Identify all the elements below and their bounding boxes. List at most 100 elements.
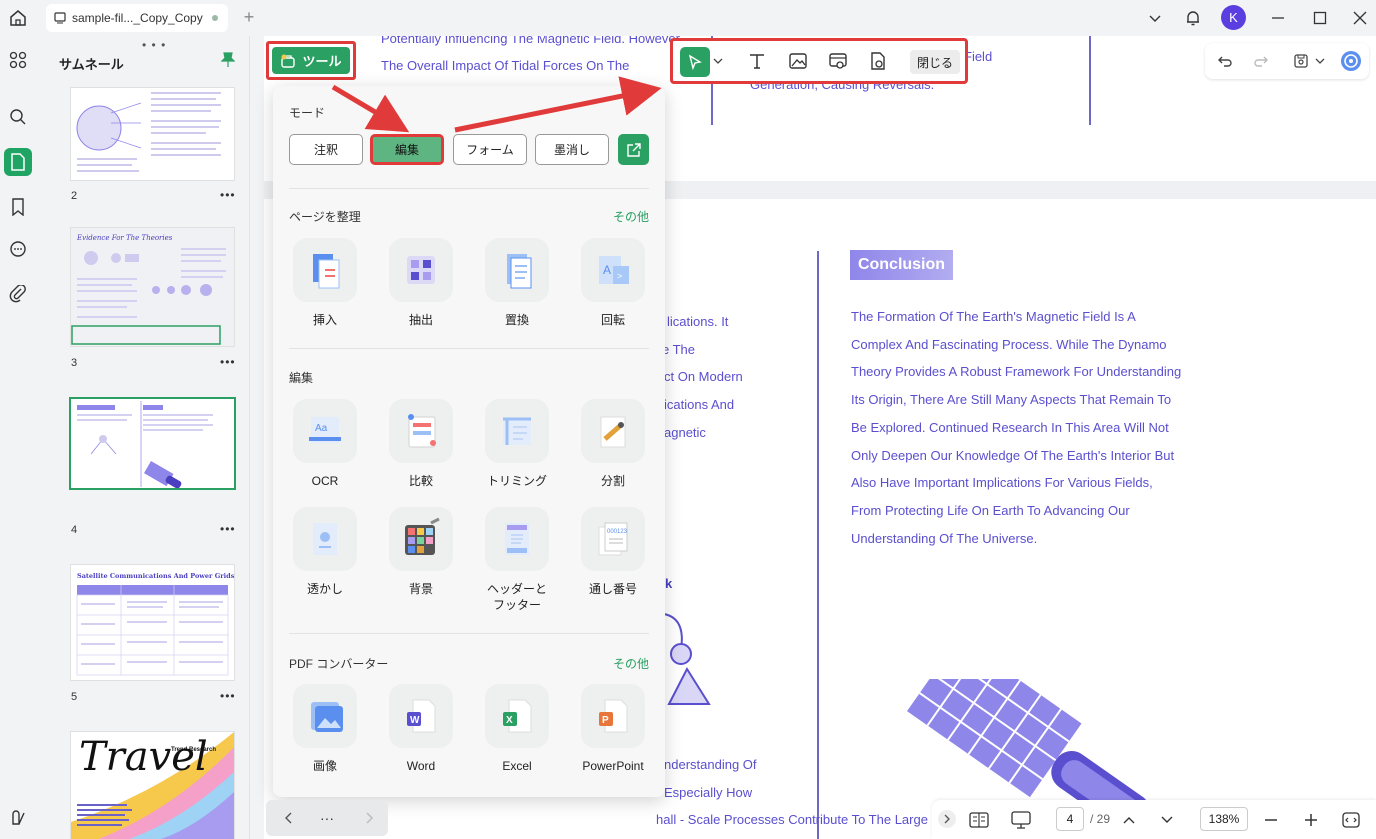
doc-text-line: Field — [964, 49, 993, 64]
chevron-down-icon[interactable] — [1143, 6, 1167, 30]
home-icon[interactable] — [6, 6, 30, 30]
save-options-chevron-icon[interactable] — [1313, 49, 1327, 73]
thumbnail-page-4[interactable] — [71, 399, 234, 488]
converter-more-link[interactable]: その他 — [613, 655, 649, 672]
page-2-preview — [76, 92, 221, 172]
thumbnail-page-number: 2 — [71, 190, 78, 202]
more-options-icon[interactable]: ··· — [316, 807, 338, 829]
redo-icon[interactable] — [1249, 49, 1273, 73]
open-external-icon[interactable] — [618, 134, 649, 165]
close-edit-button[interactable]: 閉じる — [910, 50, 960, 74]
thumbnail-page-5[interactable]: Satellite Communications And Power Grids — [71, 565, 234, 680]
tool-compare[interactable]: 比較 — [381, 399, 461, 489]
add-image-icon[interactable] — [785, 48, 811, 74]
previous-page-icon[interactable] — [1118, 809, 1140, 831]
close-icon[interactable] — [1348, 6, 1372, 30]
bookmark-icon[interactable] — [4, 193, 32, 221]
document-tab[interactable]: sample-fil..._Copy_Copy — [46, 4, 228, 32]
presentation-icon[interactable] — [1010, 809, 1032, 831]
pin-icon[interactable] — [221, 52, 235, 68]
new-tab-button[interactable]: + — [240, 8, 258, 26]
tool-ocr[interactable]: Aa OCR — [285, 399, 365, 489]
thumbnail-icon[interactable] — [4, 148, 32, 176]
word-file-icon: W — [407, 699, 436, 733]
doc-text-line: ications And — [664, 397, 735, 412]
thumbnail-panel-title: サムネール — [59, 57, 124, 72]
replace-page-icon — [507, 254, 532, 289]
tool-replace[interactable]: 置換 — [477, 238, 557, 328]
column-divider — [1089, 36, 1091, 125]
tool-insert[interactable]: 挿入 — [285, 238, 365, 328]
comment-icon[interactable] — [4, 236, 32, 264]
current-page-input[interactable]: 4 — [1056, 807, 1084, 831]
tool-watermark[interactable]: 透かし — [285, 507, 365, 597]
chevron-left-icon[interactable] — [278, 807, 300, 829]
insert-object-icon[interactable] — [865, 48, 891, 74]
doc-text-line: Especially How — [664, 785, 753, 800]
tool-rotate[interactable]: A > 回転 — [573, 238, 653, 328]
tool-convert-word[interactable]: W Word — [381, 684, 461, 774]
thumbnail-more-button[interactable]: ••• — [220, 355, 236, 369]
expand-icon[interactable] — [938, 810, 956, 828]
grid-icon[interactable] — [4, 46, 32, 74]
thumbnail-more-button[interactable]: ••• — [220, 522, 236, 536]
mode-form-button[interactable]: フォーム — [453, 134, 527, 165]
fit-page-icon[interactable] — [1340, 809, 1362, 831]
next-page-icon[interactable] — [1156, 809, 1178, 831]
converter-section-title: PDF コンバーター — [289, 657, 389, 671]
svg-text:A: A — [603, 263, 611, 277]
rotate-page-icon: A > — [599, 256, 629, 284]
page-3-preview — [71, 248, 226, 345]
thumbnail-page-3[interactable]: Evidence For The Theories — [71, 228, 234, 346]
conclusion-line: Complex And Fascinating Process. While T… — [851, 337, 1167, 352]
zoom-level[interactable]: 138% — [1200, 807, 1248, 831]
save-icon[interactable] — [1289, 49, 1313, 73]
tool-convert-powerpoint[interactable]: P PowerPoint — [573, 684, 653, 774]
organize-section-title: ページを整理 — [289, 210, 361, 224]
organize-more-link[interactable]: その他 — [613, 208, 649, 225]
zoom-in-icon[interactable] — [1300, 809, 1322, 831]
page-layout-icon[interactable] — [968, 809, 990, 831]
thumbnail-page-2[interactable] — [71, 88, 234, 180]
tool-button[interactable]: ツール — [272, 47, 350, 74]
avatar[interactable]: K — [1221, 5, 1246, 30]
tool-convert-image[interactable]: 画像 — [285, 684, 365, 774]
select-tool-button[interactable] — [680, 47, 710, 77]
tool-convert-excel[interactable]: X Excel — [477, 684, 557, 774]
ocr-icon: Aa — [309, 417, 341, 443]
mode-redact-button[interactable]: 墨消し — [535, 134, 609, 165]
attachment-icon[interactable] — [4, 280, 32, 308]
search-icon[interactable] — [4, 103, 32, 131]
bell-icon[interactable] — [1181, 6, 1205, 30]
unsaved-dot — [212, 15, 218, 21]
thumbnail-page-number: 4 — [71, 524, 78, 536]
maximize-icon[interactable] — [1308, 6, 1332, 30]
tool-bates-numbering[interactable]: 000123 通し番号 — [573, 507, 653, 597]
select-tool-chevron-icon[interactable] — [711, 48, 725, 74]
mode-annotate-button[interactable]: 注釈 — [289, 134, 363, 165]
tool-header-footer[interactable]: ヘッダーと フッター — [477, 507, 557, 613]
thumbnail-more-button[interactable]: ••• — [220, 689, 236, 703]
chevron-right-icon[interactable] — [358, 807, 380, 829]
tool-background[interactable]: 背景 — [381, 507, 461, 597]
page-3-heading: Evidence For The Theories — [77, 234, 173, 242]
tool-extract[interactable]: 抽出 — [381, 238, 461, 328]
mode-edit-button[interactable]: 編集 — [370, 134, 444, 165]
svg-text:P: P — [602, 715, 609, 726]
add-link-icon[interactable] — [825, 48, 851, 74]
extract-page-icon — [407, 256, 435, 284]
layers-icon[interactable] — [4, 804, 32, 832]
ai-assistant-icon[interactable] — [1339, 49, 1363, 73]
zoom-out-icon[interactable] — [1260, 809, 1282, 831]
tool-crop[interactable]: トリミング — [477, 399, 557, 489]
section-divider — [289, 633, 649, 634]
header-footer-icon — [505, 523, 529, 555]
add-text-icon[interactable] — [744, 48, 770, 74]
minimize-icon[interactable] — [1266, 6, 1290, 30]
thumbnail-page-6[interactable]: Travel Trend Research — [71, 732, 234, 839]
resize-grip[interactable]: • • • — [142, 38, 166, 52]
thumbnail-more-button[interactable]: ••• — [220, 188, 236, 202]
undo-icon[interactable] — [1213, 49, 1237, 73]
tool-split[interactable]: 分割 — [573, 399, 653, 489]
doc-text-line: The Overall Impact Of Tidal Forces On Th… — [381, 58, 630, 73]
